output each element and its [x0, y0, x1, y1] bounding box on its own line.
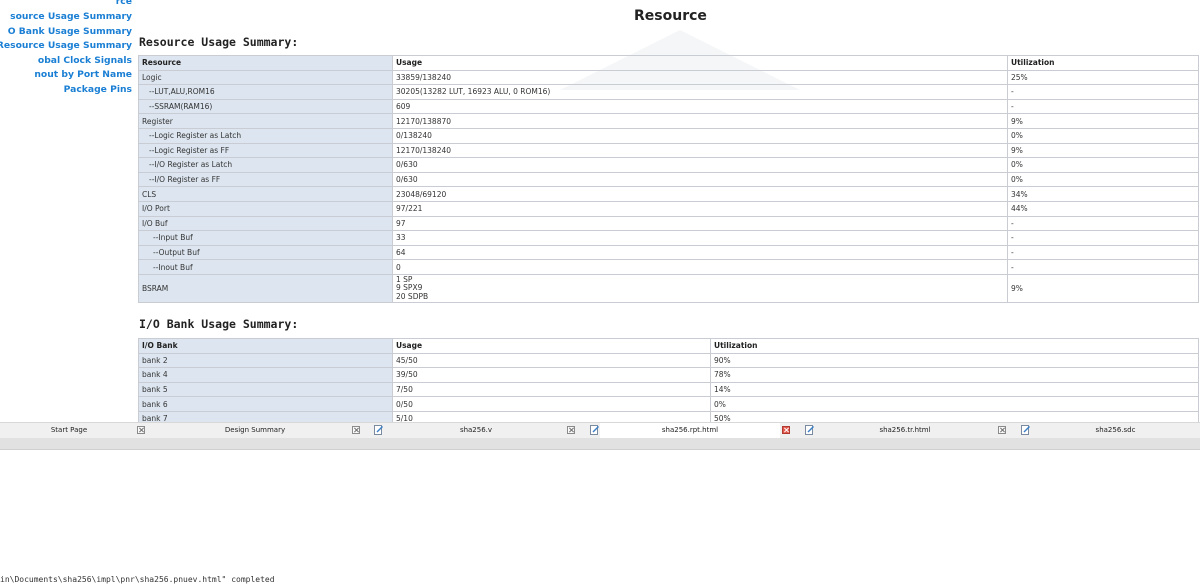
- tab-sha256-v[interactable]: sha256.v: [384, 423, 568, 438]
- table-row: bank 2 45/50 90%: [138, 352, 1199, 369]
- io-bank-table-viewport: I/O Bank Usage Utilization bank 2 45/50 90…: [0, 0, 1200, 422]
- close-tab-sha256-tr-html-icon[interactable]: [998, 426, 1006, 434]
- usage-cell: 0/50: [392, 396, 711, 412]
- close-tab-start-page-icon[interactable]: [137, 426, 145, 434]
- close-tab-design-summary-icon[interactable]: [352, 426, 360, 434]
- tab-sha256-sdc[interactable]: sha256.sdc: [1031, 423, 1200, 438]
- usage-cell: 39/50: [392, 367, 711, 383]
- usage-cell: 7/50: [392, 381, 711, 398]
- utilization-cell: 14%: [710, 381, 1199, 398]
- usage-cell: 45/50: [392, 352, 711, 369]
- close-tab-sha256-rpt-html-icon[interactable]: [782, 426, 790, 434]
- io-bank-usage-table: I/O Bank Usage Utilization bank 2 45/50 90…: [138, 338, 1199, 422]
- column-header-usage: Usage: [392, 338, 711, 354]
- table-row: bank 4 39/50 78%: [138, 367, 1199, 383]
- close-tab-sha256-v-icon[interactable]: [567, 426, 575, 434]
- io-bank-name-cell: bank 4: [138, 367, 393, 383]
- utilization-cell: 90%: [710, 352, 1199, 369]
- tab-start-page[interactable]: Start Page: [0, 423, 138, 438]
- column-header-io-bank: I/O Bank: [138, 338, 393, 354]
- io-bank-name-cell: bank 5: [138, 381, 393, 398]
- io-bank-name-cell: bank 6: [138, 396, 393, 412]
- file-edit-icon[interactable]: [805, 425, 814, 435]
- file-edit-icon[interactable]: [590, 425, 599, 435]
- io-bank-name-cell: bank 7: [138, 410, 393, 422]
- utilization-cell: 78%: [710, 367, 1199, 383]
- usage-cell: 5/10: [392, 410, 711, 422]
- tab-sha256-tr-html[interactable]: sha256.tr.html: [815, 423, 995, 438]
- tab-design-summary[interactable]: Design Summary: [150, 423, 360, 438]
- table-header-row: I/O Bank Usage Utilization: [138, 338, 1199, 354]
- utilization-cell: 50%: [710, 410, 1199, 422]
- table-row: bank 5 7/50 14%: [138, 381, 1199, 398]
- file-edit-icon[interactable]: [374, 425, 383, 435]
- column-header-utilization: Utilization: [710, 338, 1199, 354]
- tab-sha256-rpt-html[interactable]: sha256.rpt.html: [600, 423, 780, 438]
- table-row: bank 7 5/10 50%: [138, 410, 1199, 422]
- console-output-line: in\Documents\sha256\impl\pnr\sha256.pnue…: [0, 575, 275, 584]
- table-row: bank 6 0/50 0%: [138, 396, 1199, 412]
- utilization-cell: 0%: [710, 396, 1199, 412]
- editor-tab-bar: Start Page Design Summary sha256.v sha25…: [0, 422, 1200, 439]
- file-edit-icon[interactable]: [1021, 425, 1030, 435]
- horizontal-scrollbar[interactable]: [0, 438, 1200, 450]
- io-bank-name-cell: bank 2: [138, 352, 393, 369]
